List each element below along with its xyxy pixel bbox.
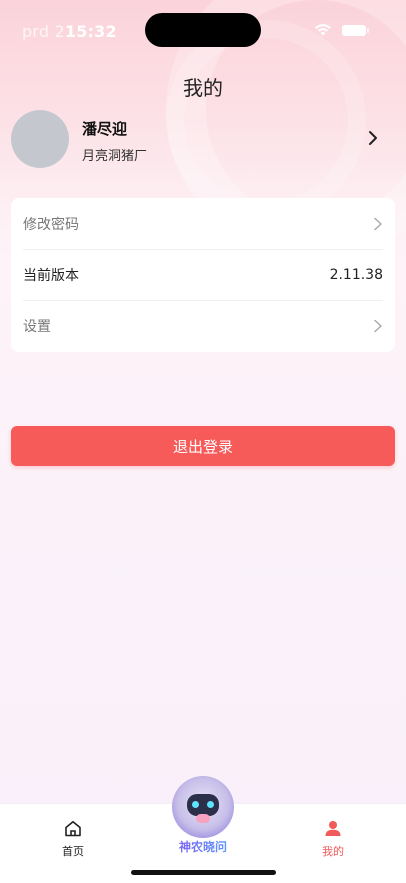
logout-button[interactable]: 退出登录 <box>11 426 395 466</box>
settings-row[interactable]: 设置 <box>23 300 383 351</box>
tab-mine[interactable]: 我的 <box>293 820 373 859</box>
dynamic-island <box>145 13 261 47</box>
env-label: prd 2 <box>22 22 65 41</box>
user-name: 潘尽迎 <box>82 120 128 138</box>
current-version-row: 当前版本 2.11.38 <box>23 249 383 300</box>
change-password-row[interactable]: 修改密码 <box>23 198 383 249</box>
battery-icon <box>342 25 369 36</box>
chevron-right-icon <box>374 217 382 230</box>
tab-home[interactable]: 首页 <box>33 820 113 859</box>
tab-ai-assistant[interactable]: 神农晓问 <box>163 776 243 855</box>
profile-card[interactable]: 潘尽迎 月亮洞猪厂 <box>11 110 395 168</box>
change-password-label: 修改密码 <box>23 216 79 233</box>
settings-label: 设置 <box>23 319 51 335</box>
page-title: 我的 <box>183 76 223 100</box>
wifi-icon <box>315 24 331 36</box>
current-version-label: 当前版本 <box>23 268 79 284</box>
avatar[interactable] <box>11 110 69 168</box>
chevron-right-icon[interactable] <box>367 130 379 146</box>
tab-mine-label: 我的 <box>322 845 344 858</box>
tab-home-label: 首页 <box>62 845 84 858</box>
chevron-right-icon <box>374 319 382 333</box>
status-bar: prd 215:32 <box>0 0 406 60</box>
clock: 15:32 <box>64 22 117 41</box>
current-version-value: 2.11.38 <box>329 267 383 283</box>
settings-card: 修改密码 当前版本 2.11.38 设置 <box>11 198 395 352</box>
home-indicator <box>131 870 276 875</box>
status-time: prd 215:32 <box>22 22 117 41</box>
home-icon <box>65 821 81 837</box>
tab-ai-label: 神农晓问 <box>163 838 243 855</box>
robot-pig-icon <box>172 776 234 838</box>
user-icon <box>325 821 341 836</box>
user-organization: 月亮洞猪厂 <box>82 149 148 164</box>
